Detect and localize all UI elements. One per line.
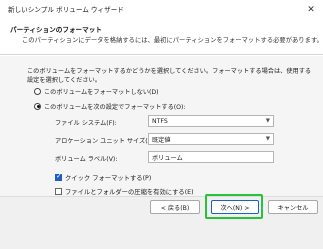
quick-format-label: クイック フォーマットする(P) [65, 174, 152, 182]
allocation-label: アロケーション ユニット サイズ(A): [55, 138, 157, 145]
radio-no-format-label: このボリュームをフォーマットしない(D) [44, 88, 159, 96]
page-subtitle: このパーティションにデータを格納するには、最初にパーティションをフォーマットする… [22, 37, 323, 44]
volume-label-value: ボリューム [152, 154, 183, 162]
next-button[interactable]: 次へ(N) > [211, 200, 259, 214]
radio-no-format-button[interactable] [34, 87, 41, 95]
quick-format-option[interactable]: クイック フォーマットする(P) [55, 172, 151, 182]
volume-label-input[interactable]: ボリューム [148, 151, 274, 163]
wizard-body: このボリュームをフォーマットするかどうかを選択してください。フォーマットする場合… [0, 56, 323, 196]
intro-text: このボリュームをフォーマットするかどうかを選択してください。フォーマットする場合… [27, 68, 312, 84]
radio-format-button[interactable] [34, 102, 41, 110]
chevron-down-icon: ▼ [265, 118, 270, 124]
file-system-value: NTFS [152, 117, 168, 125]
compression-checkbox[interactable] [55, 187, 62, 195]
volume-label-label: ボリューム ラベル(V): [55, 156, 118, 163]
title-bar: 新しいシンプル ボリューム ウィザード ✕ [0, 0, 323, 20]
window-title: 新しいシンプル ボリューム ウィザード [8, 6, 124, 14]
chevron-down-icon: ▼ [265, 136, 270, 142]
wizard-header: パーティションのフォーマット このパーティションにデータを格納するには、最初にパ… [0, 20, 323, 55]
page-title: パーティションのフォーマット [10, 26, 102, 34]
radio-format[interactable]: このボリュームを次の設定でフォーマットする(O): [34, 101, 186, 111]
back-button[interactable]: < 戻る(B) [150, 200, 200, 214]
allocation-value: 既定値 [152, 136, 171, 144]
wizard-window: 新しいシンプル ボリューム ウィザード ✕ パーティションのフォーマット このパ… [0, 0, 323, 249]
radio-no-format[interactable]: このボリュームをフォーマットしない(D) [34, 86, 159, 96]
file-system-select[interactable]: NTFS ▼ [148, 115, 274, 127]
file-system-label: ファイル システム(F): [55, 120, 117, 127]
allocation-select[interactable]: 既定値 ▼ [148, 133, 274, 145]
compression-option[interactable]: ファイルとフォルダーの圧縮を有効にする(E) [55, 186, 194, 196]
radio-format-label: このボリュームを次の設定でフォーマットする(O): [44, 103, 186, 111]
cancel-button[interactable]: キャンセル [268, 200, 318, 214]
compression-label: ファイルとフォルダーの圧縮を有効にする(E) [65, 188, 194, 196]
close-icon[interactable]: ✕ [299, 0, 323, 20]
quick-format-checkbox[interactable] [55, 172, 62, 181]
